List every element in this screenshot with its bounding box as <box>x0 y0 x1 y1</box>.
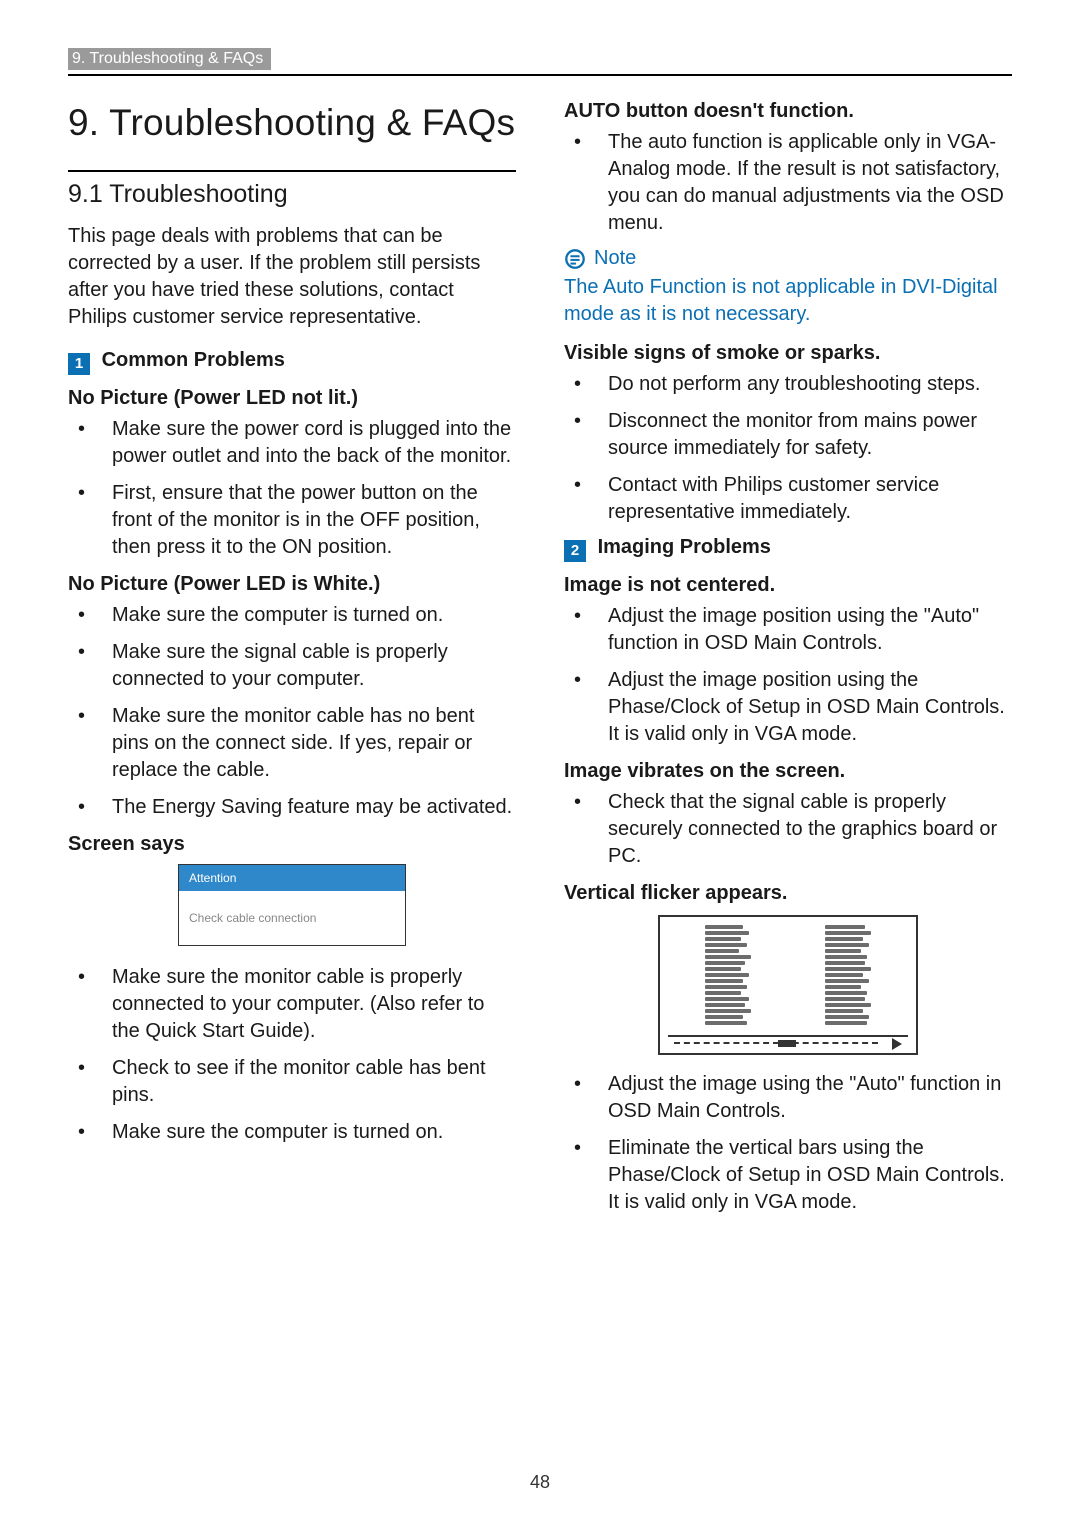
group-label: Imaging Problems <box>598 536 771 558</box>
left-column: 9. Troubleshooting & FAQs 9.1 Troublesho… <box>68 100 516 1226</box>
bullet-list: Adjust the image using the "Auto" functi… <box>564 1071 1012 1216</box>
attention-header: Attention <box>179 865 405 891</box>
header-rule <box>68 74 1012 76</box>
note-label: Note <box>594 247 636 270</box>
group-label: Common Problems <box>102 349 285 371</box>
section-heading: 9.1 Troubleshooting <box>68 180 516 209</box>
bullet-list: Do not perform any troubleshooting steps… <box>564 371 1012 526</box>
badge-2: 2 <box>564 540 586 562</box>
sub-heading: Vertical flicker appears. <box>564 882 1012 905</box>
badge-1: 1 <box>68 353 90 375</box>
list-item: Disconnect the monitor from mains power … <box>564 408 1012 462</box>
right-column: AUTO button doesn't function. The auto f… <box>564 100 1012 1226</box>
bullet-list: Make sure the monitor cable is properly … <box>68 964 516 1146</box>
list-item: Check to see if the monitor cable has be… <box>68 1055 516 1109</box>
list-item: Make sure the signal cable is properly c… <box>68 639 516 693</box>
page-number: 48 <box>0 1472 1080 1493</box>
page-title: 9. Troubleshooting & FAQs <box>68 102 516 144</box>
list-item: Adjust the image position using the Phas… <box>564 667 1012 748</box>
note-text: The Auto Function is not applicable in D… <box>564 274 1012 328</box>
list-item: Make sure the computer is turned on. <box>68 602 516 629</box>
intro-text: This page deals with problems that can b… <box>68 223 516 331</box>
list-item: Contact with Philips customer service re… <box>564 472 1012 526</box>
bullet-list: Make sure the power cord is plugged into… <box>68 416 516 561</box>
list-item: Eliminate the vertical bars using the Ph… <box>564 1135 1012 1216</box>
sub-heading: Image is not centered. <box>564 574 1012 597</box>
group-imaging-problems: 2 Imaging Problems <box>564 536 1012 562</box>
sub-heading: Image vibrates on the screen. <box>564 760 1012 783</box>
list-item: First, ensure that the power button on t… <box>68 480 516 561</box>
list-item: Do not perform any troubleshooting steps… <box>564 371 1012 398</box>
sub-heading: No Picture (Power LED not lit.) <box>68 387 516 410</box>
sub-heading: AUTO button doesn't function. <box>564 100 1012 123</box>
group-common-problems: 1 Common Problems <box>68 349 516 375</box>
flicker-bars-left <box>705 925 751 1025</box>
list-item: Adjust the image position using the "Aut… <box>564 603 1012 657</box>
list-item: The auto function is applicable only in … <box>564 129 1012 237</box>
vertical-flicker-illustration <box>658 915 918 1055</box>
attention-dialog: Attention Check cable connection <box>178 864 406 946</box>
flicker-slider <box>668 1035 908 1049</box>
list-item: Make sure the monitor cable is properly … <box>68 964 516 1045</box>
note-heading: Note <box>564 247 1012 270</box>
sub-heading: Visible signs of smoke or sparks. <box>564 342 1012 365</box>
list-item: Make sure the monitor cable has no bent … <box>68 703 516 784</box>
bullet-list: Check that the signal cable is properly … <box>564 789 1012 870</box>
note-icon <box>564 248 586 270</box>
list-item: Check that the signal cable is properly … <box>564 789 1012 870</box>
bullet-list: Adjust the image position using the "Aut… <box>564 603 1012 748</box>
attention-body: Check cable connection <box>179 891 405 945</box>
bullet-list: Make sure the computer is turned on. Mak… <box>68 602 516 821</box>
list-item: Make sure the computer is turned on. <box>68 1119 516 1146</box>
section-rule <box>68 170 516 172</box>
flicker-bars-right <box>825 925 871 1025</box>
bullet-list: The auto function is applicable only in … <box>564 129 1012 237</box>
manual-page: 9. Troubleshooting & FAQs 9. Troubleshoo… <box>0 0 1080 1226</box>
list-item: Adjust the image using the "Auto" functi… <box>564 1071 1012 1125</box>
list-item: The Energy Saving feature may be activat… <box>68 794 516 821</box>
breadcrumb: 9. Troubleshooting & FAQs <box>68 48 271 70</box>
sub-heading: Screen says <box>68 833 516 856</box>
sub-heading: No Picture (Power LED is White.) <box>68 573 516 596</box>
list-item: Make sure the power cord is plugged into… <box>68 416 516 470</box>
